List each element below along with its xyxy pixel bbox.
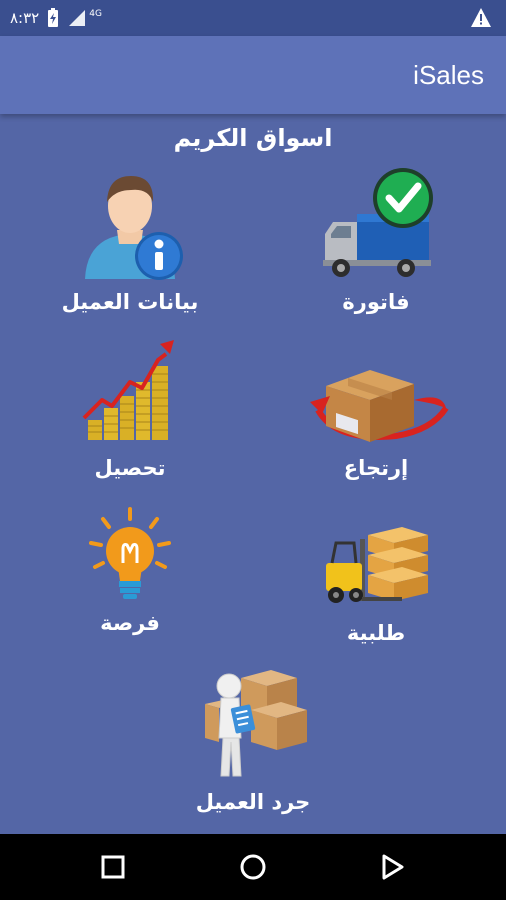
customer-inventory-button[interactable]: جرد العميل (153, 664, 353, 814)
recents-icon[interactable] (96, 850, 130, 884)
home-icon[interactable] (236, 850, 270, 884)
money-growth-icon (82, 340, 174, 440)
battery-charging-icon (48, 8, 59, 27)
invoice-button[interactable]: فاتورة (276, 164, 476, 314)
customer-data-label: بيانات العميل (61, 290, 199, 314)
order-button[interactable]: طلبية (276, 505, 476, 645)
store-name: اسواق الكريم (173, 124, 333, 152)
inventory-clipboard-icon (205, 670, 307, 777)
app-bar: iSales (0, 36, 506, 114)
order-label: طلبية (346, 621, 406, 645)
navigation-bar (0, 834, 506, 900)
collection-button[interactable]: تحصيل (30, 330, 230, 480)
signal-icon (69, 10, 86, 26)
delivery-truck-check-icon (323, 168, 433, 277)
customer-inventory-label: جرد العميل (195, 790, 311, 814)
back-icon[interactable] (376, 850, 410, 884)
return-label: إرتجاع (343, 456, 409, 480)
return-button[interactable]: إرتجاع (276, 330, 476, 480)
customer-info-icon (85, 176, 183, 280)
invoice-label: فاتورة (342, 290, 410, 314)
status-time: ٨:٣٢ (10, 9, 40, 27)
customer-data-button[interactable]: بيانات العميل (30, 164, 230, 314)
opportunity-button[interactable]: فرصة (30, 505, 230, 635)
status-left: ٨:٣٢ 4G (10, 8, 102, 28)
collection-label: تحصيل (94, 456, 166, 480)
forklift-boxes-icon (326, 527, 428, 603)
app-title: iSales (413, 60, 484, 90)
return-box-icon (310, 370, 449, 442)
warning-icon (471, 8, 491, 27)
status-bar: ٨:٣٢ 4G (0, 0, 506, 36)
opportunity-label: فرصة (100, 611, 160, 635)
network-label: 4G (89, 9, 102, 19)
lightbulb-icon (89, 507, 171, 599)
